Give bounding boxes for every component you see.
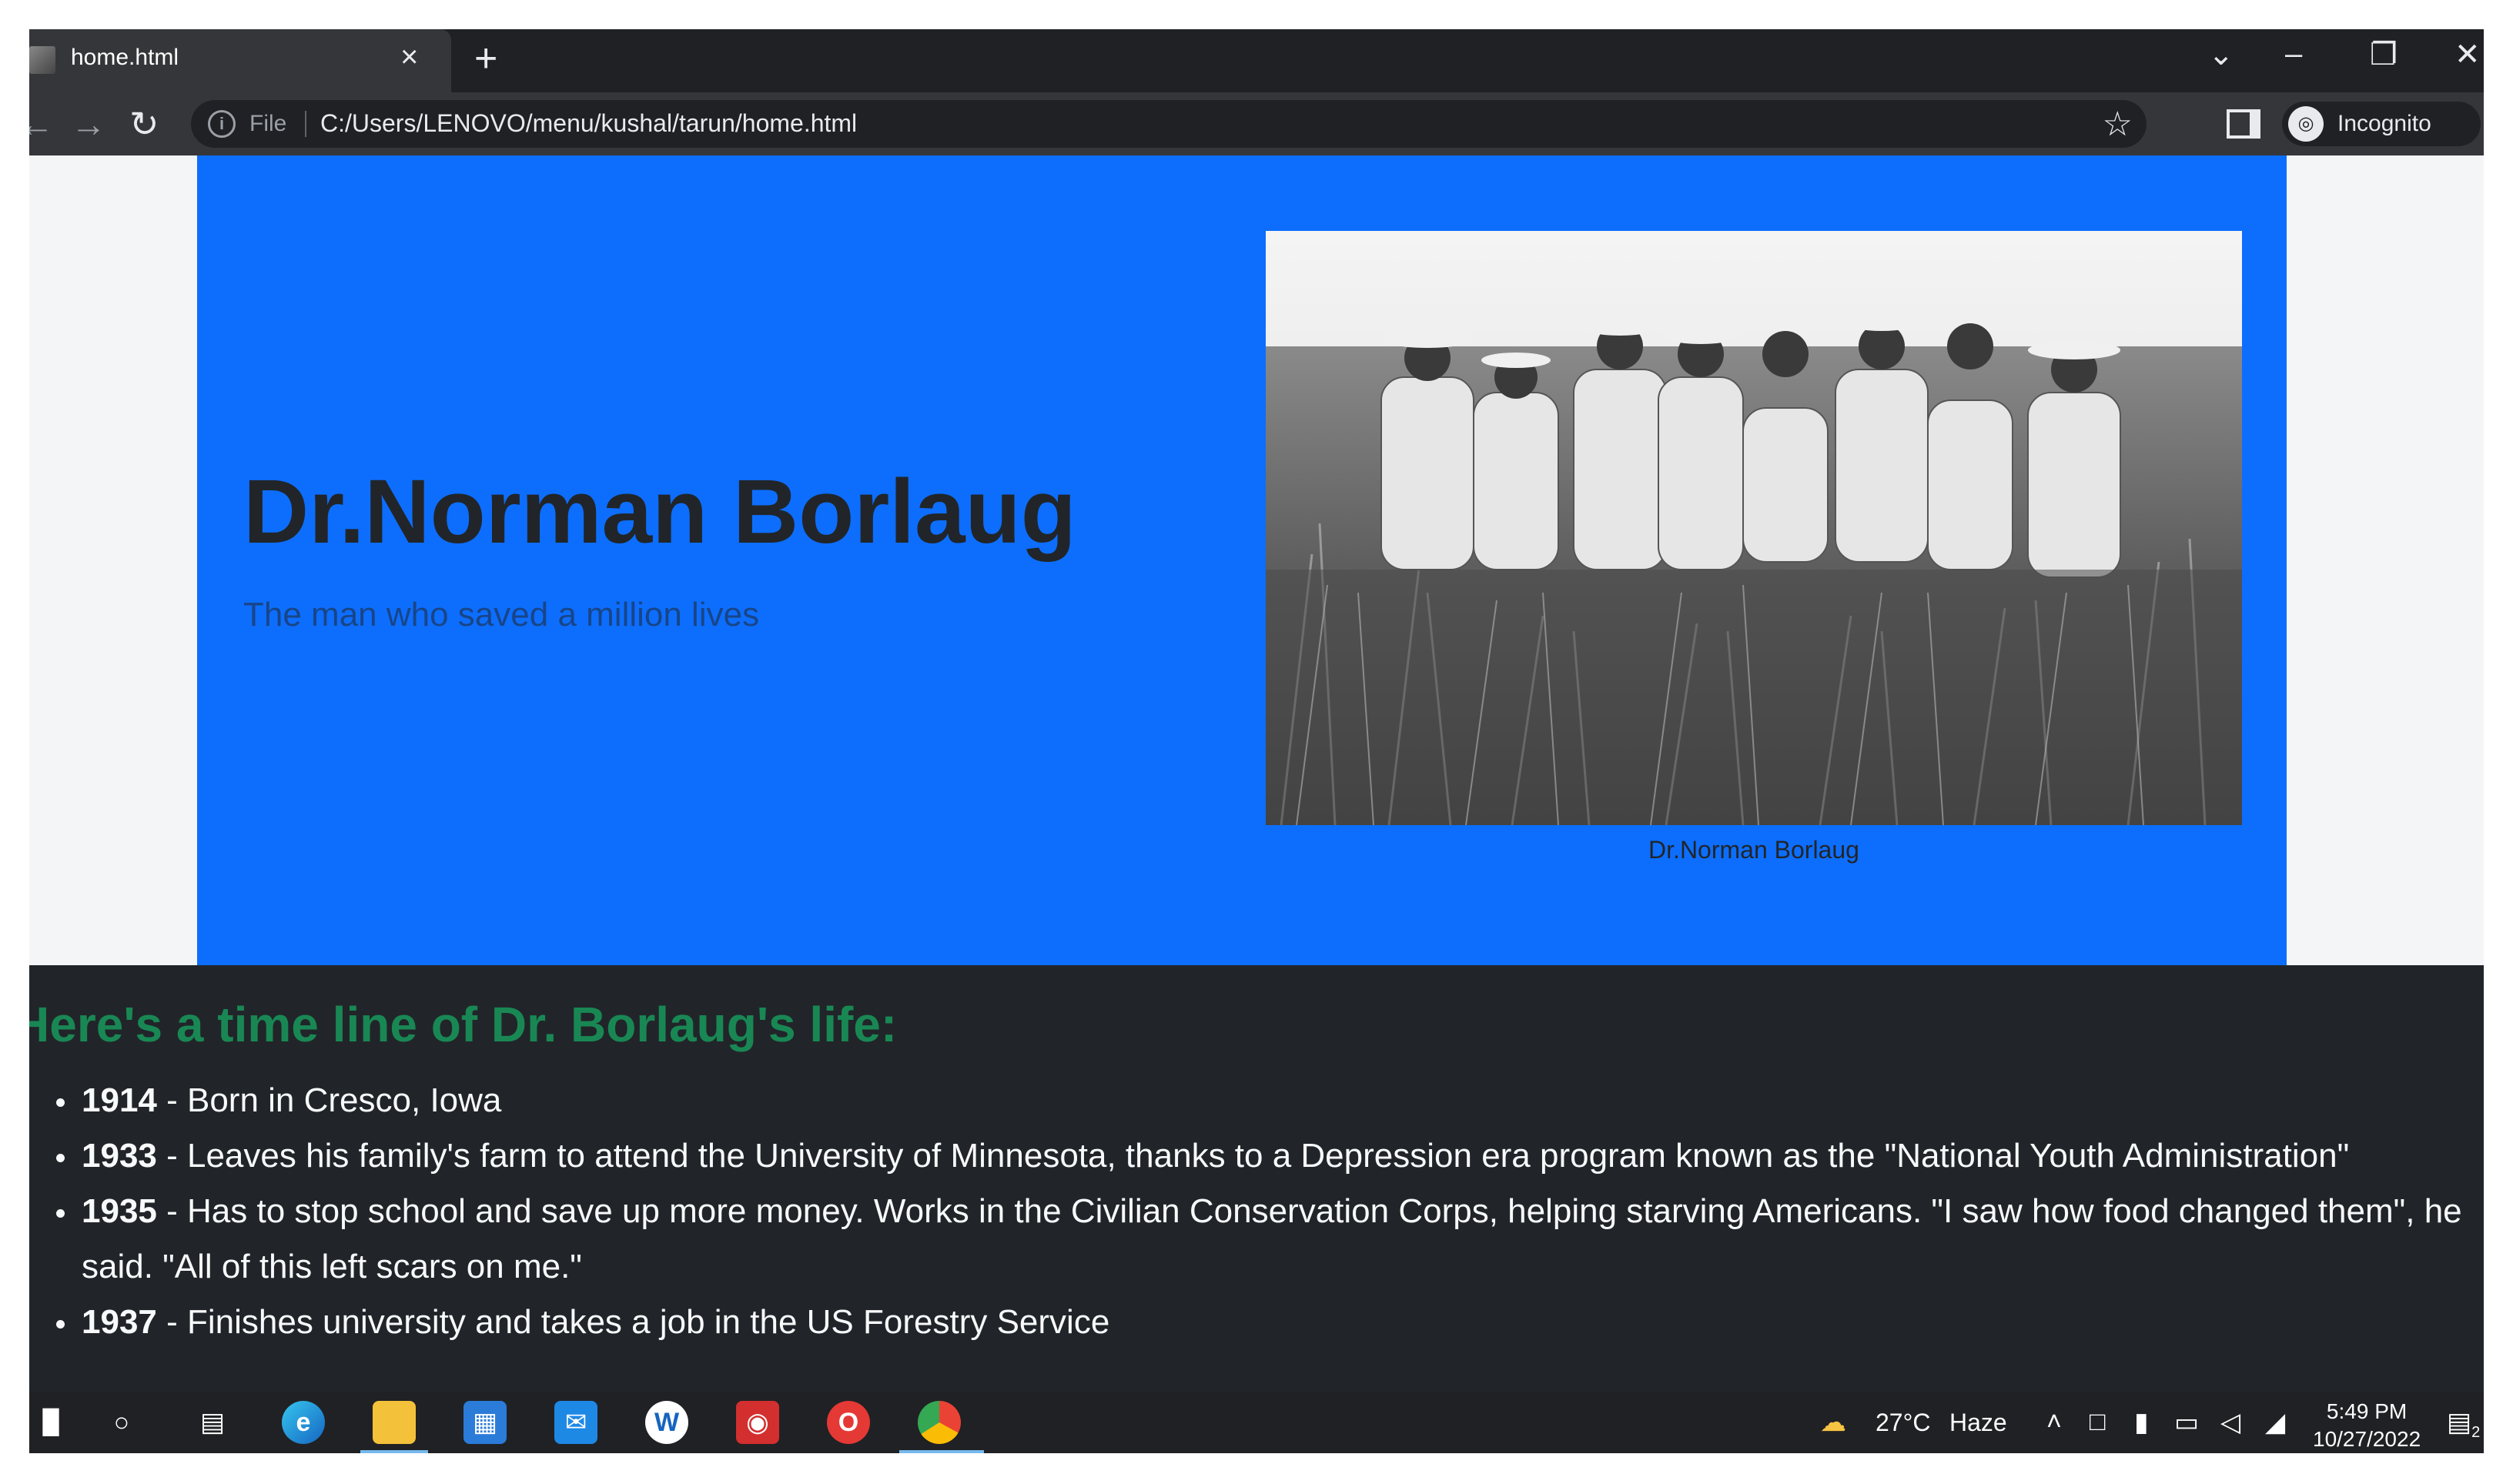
timeline-year: 1935 (82, 1192, 157, 1230)
notification-count: 2 (2471, 1423, 2481, 1441)
store-icon[interactable]: ▦ (463, 1401, 507, 1444)
tab-title: home.html (71, 45, 179, 70)
timeline-item: 1935 - Has to stop school and save up mo… (79, 1184, 2484, 1295)
weather-temp[interactable]: 27°C (1876, 1409, 1931, 1437)
browser-toolbar: ← → ↻ i File C:/Users/LENOVO/menu/kushal… (29, 92, 2484, 155)
borlaug-photo (1266, 231, 2242, 825)
start-icon[interactable]: █ (29, 1401, 72, 1444)
device-icon[interactable]: □ (2090, 1407, 2106, 1437)
page-favicon-icon (29, 46, 55, 74)
clock-time: 5:49 PM (2326, 1399, 2408, 1423)
clock-date: 10/27/2022 (2313, 1427, 2421, 1451)
timeline-item: 1937 - Finishes university and takes a j… (79, 1295, 2484, 1350)
timeline-year: 1937 (82, 1303, 157, 1341)
weather-icon[interactable]: ☁ (1820, 1407, 1846, 1438)
timeline-year: 1933 (82, 1137, 157, 1175)
timeline-text: - Leaves his family's farm to attend the… (156, 1137, 2350, 1175)
timeline-list: 1914 - Born in Cresco, Iowa 1933 - Leave… (29, 1073, 2484, 1350)
screen: home.html × + ⌄ – ❐ ✕ ← → ↻ i File C:/Us… (29, 29, 2484, 1453)
timeline-year: 1914 (82, 1081, 157, 1119)
timeline-item: 1933 - Leaves his family's farm to atten… (79, 1128, 2484, 1184)
back-arrow-icon[interactable]: ← (29, 103, 54, 145)
incognito-icon: ◎ (2288, 106, 2324, 142)
chrome-icon[interactable] (918, 1401, 961, 1444)
hero-section: Dr.Norman Borlaug The man who saved a mi… (197, 155, 2287, 965)
incognito-label: Incognito (2337, 111, 2431, 136)
volume-icon[interactable]: ◁ (2220, 1407, 2240, 1438)
info-icon[interactable]: i (208, 110, 236, 138)
timeline-heading: Here's a time line of Dr. Borlaug's life… (29, 997, 898, 1052)
address-bar[interactable]: i File C:/Users/LENOVO/menu/kushal/tarun… (191, 100, 2147, 148)
page-subtitle: The man who saved a million lives (243, 596, 760, 633)
new-tab-button[interactable]: + (474, 35, 497, 82)
notification-icon[interactable]: ▤2 (2447, 1407, 2480, 1442)
side-panel-icon[interactable] (2227, 109, 2260, 139)
wifi-icon[interactable]: ◢ (2265, 1407, 2285, 1438)
minimize-icon[interactable]: – (2285, 37, 2302, 72)
file-explorer-icon[interactable] (373, 1401, 416, 1444)
timeline-section: Here's a time line of Dr. Borlaug's life… (29, 965, 2484, 1422)
chevron-down-icon[interactable]: ⌄ (2208, 37, 2234, 72)
timeline-item: 1914 - Born in Cresco, Iowa (79, 1073, 2484, 1128)
tab-home[interactable]: home.html × (29, 29, 451, 92)
image-caption: Dr.Norman Borlaug (1648, 836, 1859, 864)
reload-icon[interactable]: ↻ (129, 103, 159, 145)
separator (305, 111, 306, 137)
microphone-icon[interactable]: ▮ (2134, 1407, 2149, 1438)
active-indicator (899, 1450, 984, 1453)
timeline-text: - Born in Cresco, Iowa (156, 1081, 502, 1119)
file-label: File (249, 111, 287, 136)
battery-icon[interactable]: ▭ (2174, 1407, 2199, 1438)
bookmark-star-icon[interactable]: ☆ (2103, 105, 2133, 144)
camera-app-icon[interactable]: ◉ (736, 1401, 779, 1444)
taskbar: █ ○ ▤ e ▦ ✉ W ◉ O ☁ 27°C Haze ˄ □ ▮ ▭ ◁ … (29, 1392, 2484, 1453)
opera-icon[interactable]: O (827, 1401, 870, 1444)
edge-icon[interactable]: e (282, 1401, 325, 1444)
restore-icon[interactable]: ❐ (2370, 37, 2398, 72)
timeline-text: - Finishes university and takes a job in… (156, 1303, 1110, 1341)
active-indicator (360, 1450, 428, 1453)
forward-arrow-icon[interactable]: → (71, 103, 106, 145)
tab-close-icon[interactable]: × (400, 40, 418, 75)
clock[interactable]: 5:49 PM 10/27/2022 (2313, 1398, 2421, 1453)
task-view-icon[interactable]: ▤ (191, 1401, 234, 1444)
close-icon[interactable]: ✕ (2454, 37, 2481, 72)
mail-icon[interactable]: ✉ (554, 1401, 597, 1444)
timeline-text: - Has to stop school and save up more mo… (82, 1192, 2462, 1285)
weather-desc[interactable]: Haze (1949, 1409, 2007, 1437)
chevron-up-icon[interactable]: ˄ (2046, 1407, 2062, 1437)
search-icon[interactable]: ○ (100, 1401, 143, 1444)
app-w-icon[interactable]: W (645, 1401, 688, 1444)
page-title: Dr.Norman Borlaug (243, 461, 1076, 563)
tab-bar: home.html × + ⌄ – ❐ ✕ (29, 29, 2484, 92)
incognito-profile-button[interactable]: ◎ Incognito (2282, 102, 2481, 146)
url-text[interactable]: C:/Users/LENOVO/menu/kushal/tarun/home.h… (320, 109, 857, 138)
